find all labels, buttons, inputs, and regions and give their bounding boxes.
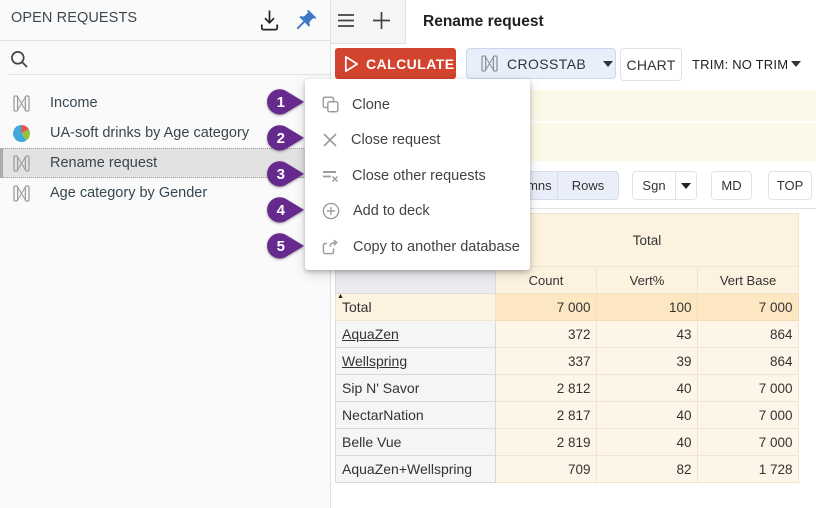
svg-text:2: 2 [276, 130, 284, 147]
svg-text:5: 5 [276, 238, 284, 255]
svg-text:1: 1 [276, 95, 284, 112]
svg-text:4: 4 [276, 202, 285, 219]
svg-text:3: 3 [276, 166, 284, 183]
